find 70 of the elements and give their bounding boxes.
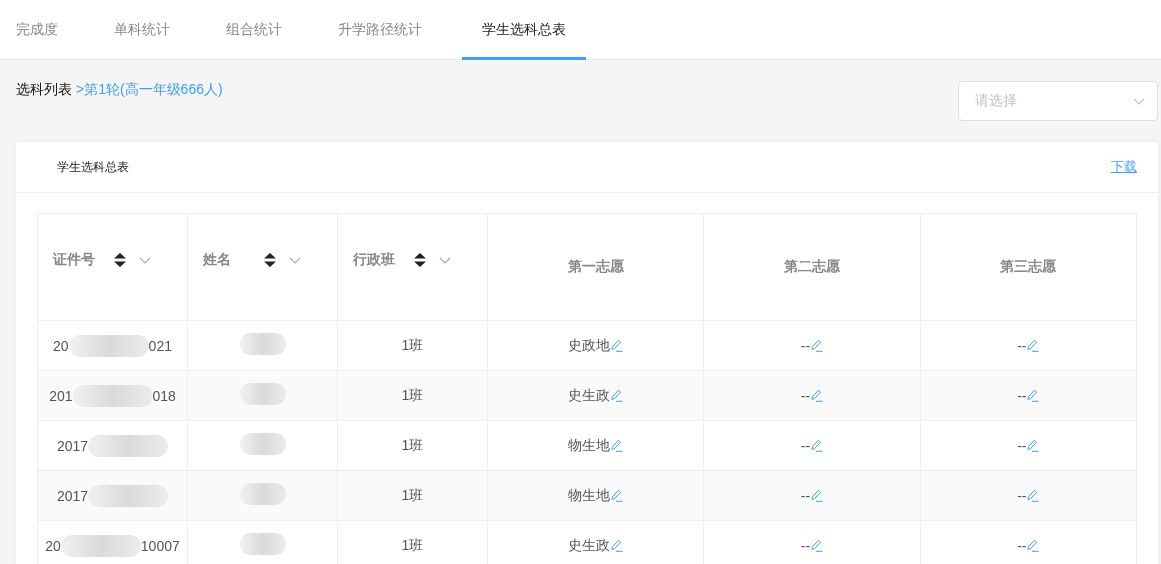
column-header: 第一志愿 [567, 258, 624, 276]
sort-icon[interactable] [113, 252, 127, 268]
pencil-icon[interactable] [1026, 539, 1040, 552]
table-cell: 2017 [56, 487, 89, 504]
table-cell: 10007 [140, 537, 180, 554]
column-header: 姓名 [203, 251, 232, 269]
pencil-icon[interactable] [610, 489, 624, 502]
pencil-icon[interactable] [1026, 489, 1040, 502]
column-header: 第三志愿 [1000, 258, 1057, 276]
breadcrumb-item: 选科列表 [16, 81, 72, 97]
table-cell: -- [800, 537, 811, 554]
table-cell: 1班 [401, 336, 424, 353]
blurred-region [239, 533, 286, 555]
table-cell: 2017 [56, 437, 89, 454]
table-cell: -- [1017, 487, 1027, 504]
chevron-down-icon[interactable] [139, 256, 151, 264]
pencil-icon[interactable] [810, 539, 824, 552]
table-cell: 201 [49, 387, 73, 404]
blurred-region [239, 433, 286, 455]
pencil-icon[interactable] [1026, 439, 1040, 452]
download-link[interactable]: 下载 [1111, 158, 1137, 176]
breadcrumb-link[interactable]: >第1轮(高一年级666人) [76, 81, 223, 97]
tab[interactable]: 学生选科总表 [462, 0, 586, 60]
table-cell: 史政地 [568, 336, 611, 355]
table-cell: -- [800, 487, 811, 504]
chevron-down-icon[interactable] [439, 256, 451, 264]
pencil-icon[interactable] [1026, 339, 1040, 352]
table-cell: -- [1017, 437, 1027, 454]
table-cell: 1班 [401, 386, 424, 403]
column-header: 行政班 [353, 251, 396, 269]
table-cell: -- [800, 337, 811, 354]
sort-icon[interactable] [263, 252, 277, 268]
table-cell: 1班 [401, 436, 424, 453]
table-cell: 1班 [401, 536, 424, 553]
table-cell: -- [800, 387, 811, 404]
tab[interactable]: 组合统计 [210, 0, 302, 60]
table-cell: 物生地 [568, 436, 611, 455]
table-cell: -- [1017, 387, 1027, 404]
pencil-icon[interactable] [1026, 389, 1040, 402]
table-cell: 史生政 [568, 386, 611, 405]
blurred-region [239, 333, 286, 355]
table-cell: 1班 [401, 486, 424, 503]
column-header: 证件号 [53, 251, 96, 269]
table-cell: 021 [148, 337, 172, 354]
sort-icon[interactable] [413, 252, 427, 268]
pencil-icon[interactable] [810, 339, 824, 352]
column-header: 第二志愿 [784, 258, 840, 276]
tab[interactable]: 完成度 [0, 0, 78, 60]
pencil-icon[interactable] [610, 389, 624, 402]
card-title: 学生选科总表 [57, 158, 129, 176]
pencil-icon[interactable] [810, 389, 824, 402]
tab[interactable]: 升学路径统计 [322, 0, 442, 60]
table-cell: -- [800, 437, 811, 454]
chevron-down-icon [1133, 97, 1145, 105]
pencil-icon[interactable] [810, 439, 824, 452]
chevron-down-icon[interactable] [289, 256, 301, 264]
table-cell: -- [1017, 537, 1027, 554]
tab[interactable]: 单科统计 [98, 0, 190, 60]
table-cell: 20 [53, 337, 69, 354]
pencil-icon[interactable] [810, 489, 824, 502]
blurred-region [239, 483, 286, 505]
table-cell: 20 [45, 537, 61, 554]
table-cell: 史生政 [568, 536, 611, 555]
blurred-region [239, 383, 286, 405]
pencil-icon[interactable] [610, 539, 624, 552]
pencil-icon[interactable] [610, 339, 624, 352]
table-cell: 018 [152, 387, 176, 404]
pencil-icon[interactable] [610, 439, 624, 452]
table-cell: -- [1017, 337, 1027, 354]
table-cell: 物生地 [568, 486, 611, 505]
